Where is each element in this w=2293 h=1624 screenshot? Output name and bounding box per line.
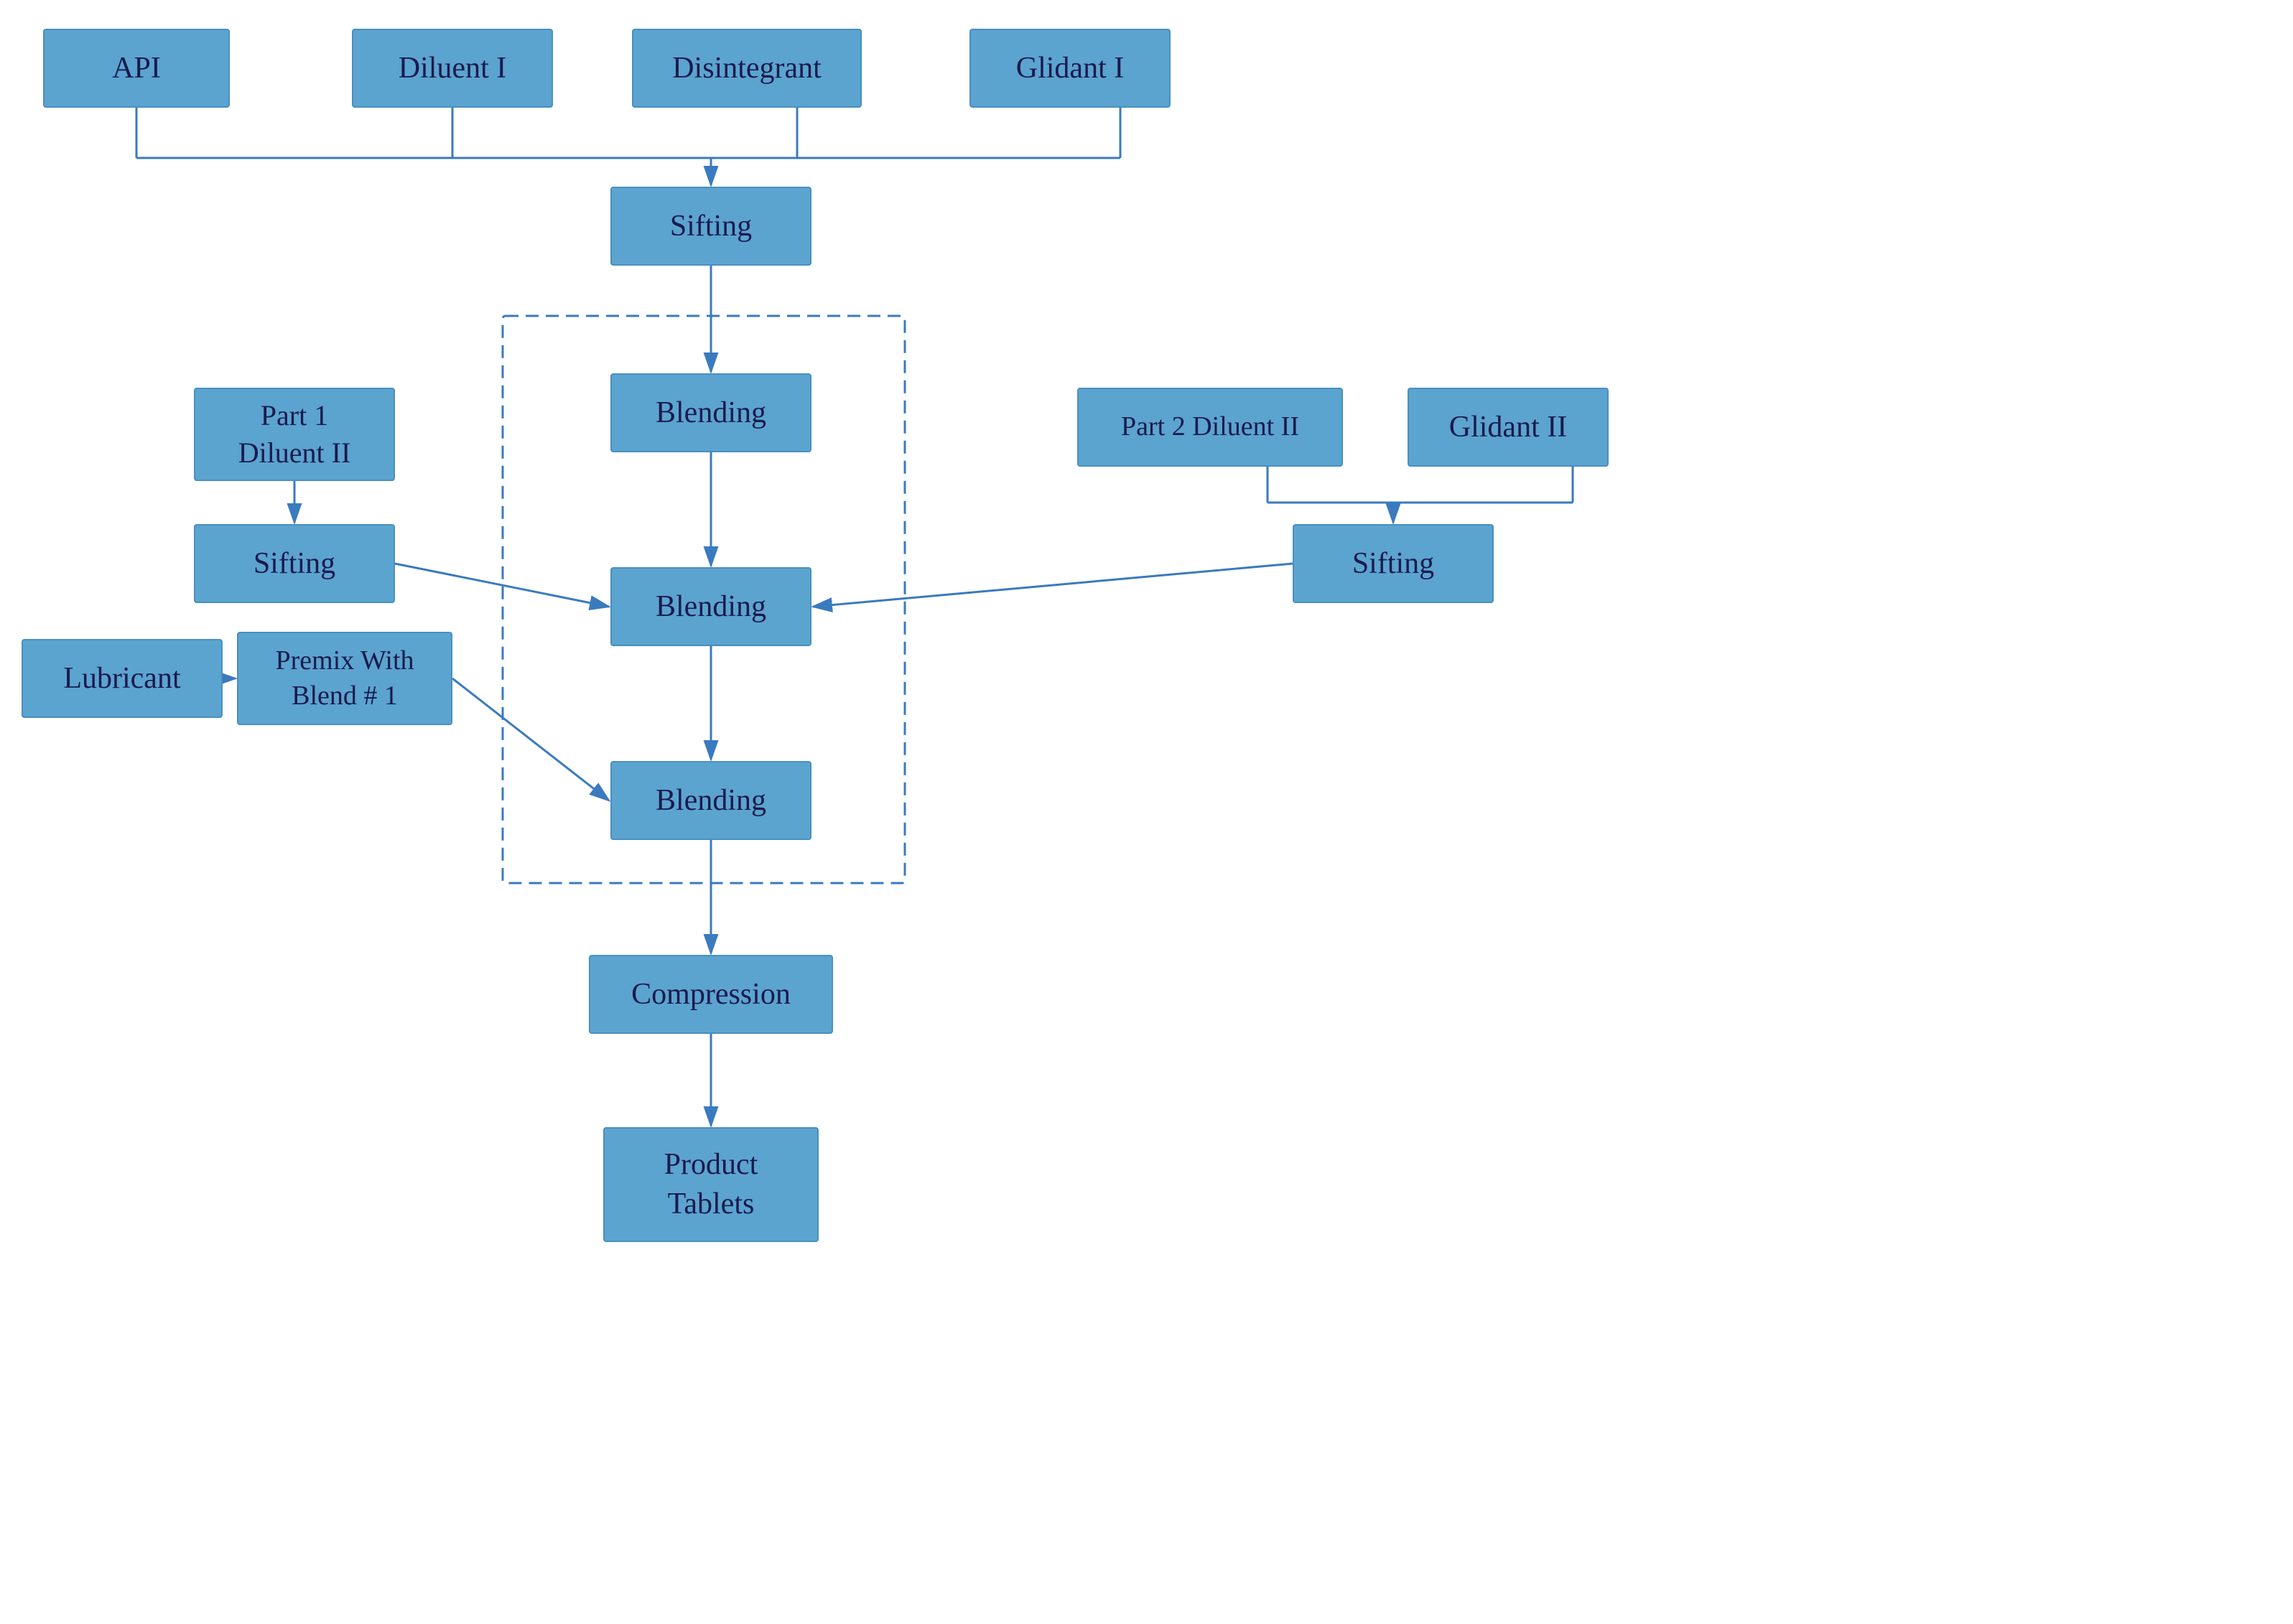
sifting2-box: Sifting [194,524,395,603]
sifting1-box: Sifting [610,187,811,266]
arrows-svg [0,0,2293,1624]
blending1-box: Blending [610,373,811,452]
part2-diluent2-box: Part 2 Diluent II [1077,388,1343,467]
disintegrant-box: Disintegrant [632,29,862,108]
sifting3-box: Sifting [1293,524,1494,603]
flowchart: API Diluent I Disintegrant Glidant I Sif… [0,0,2293,1624]
blending2-box: Blending [610,567,811,646]
diluent1-box: Diluent I [352,29,553,108]
part1-diluent2-box: Part 1Diluent II [194,388,395,481]
glidant1-box: Glidant I [969,29,1171,108]
product-tablets-box: ProductTablets [603,1127,819,1242]
compression-box: Compression [589,955,833,1034]
lubricant-box: Lubricant [22,639,223,718]
blending3-box: Blending [610,761,811,840]
glidant2-box: Glidant II [1408,388,1609,467]
premix-box: Premix WithBlend # 1 [237,632,452,725]
api-box: API [43,29,230,108]
